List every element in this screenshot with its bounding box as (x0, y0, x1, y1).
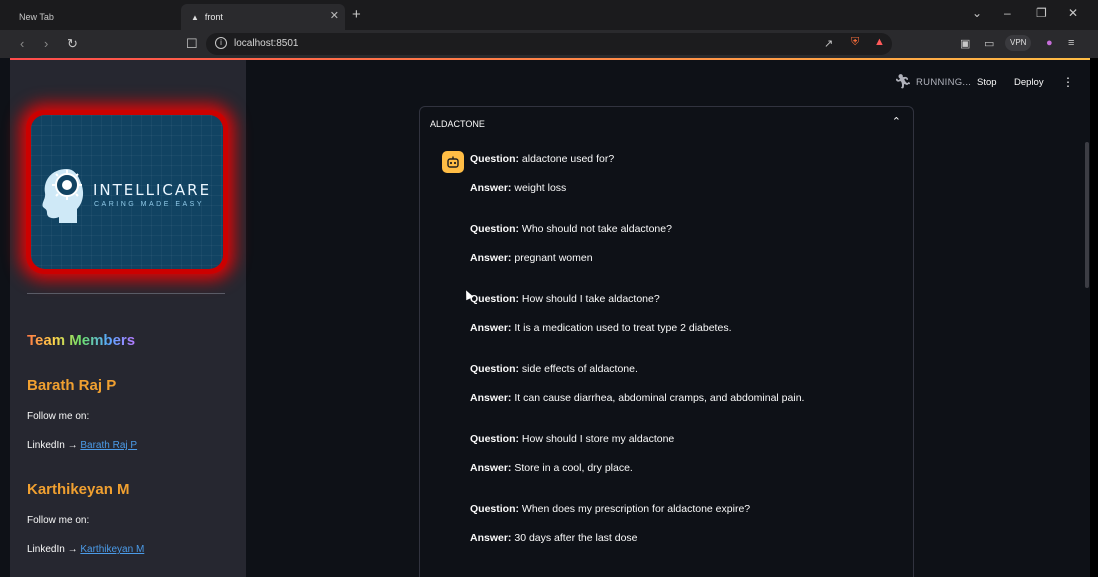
bookmark-icon[interactable]: ☐ (186, 36, 198, 52)
tab-front[interactable]: ▲ front ✕ (181, 4, 345, 30)
close-tab-icon[interactable]: ✕ (330, 9, 339, 22)
sidebar-toggle-icon[interactable]: ▣ (960, 37, 970, 50)
linkedin-line: LinkedIn → Barath Raj P (27, 440, 137, 451)
question-text: aldactone used for? (521, 153, 615, 165)
leo-ai-icon[interactable]: ● (1046, 37, 1053, 49)
question-text: How should I take aldactone? (521, 293, 660, 305)
answer-label: Answer: (470, 392, 512, 404)
question-label: Question: (470, 363, 519, 375)
answer-line: Answer: weight loss (470, 182, 566, 194)
question-label: Question: (470, 503, 519, 515)
answer-line: Answer: 30 days after the last dose (470, 532, 638, 544)
window-edge (1090, 58, 1098, 577)
member-name: Karthikeyan M (27, 481, 130, 498)
question-line: Question: How should I store my aldacton… (470, 433, 674, 445)
question-line: Question: aldactone used for? (470, 153, 614, 165)
browser-toolbar: ‹ › ↻ ☐ i localhost:8501 ↗ ⛨ ▲ ▣ ▭ VPN ●… (0, 30, 1098, 58)
address-bar[interactable]: i localhost:8501 ↗ ⛨ ▲ (206, 33, 892, 55)
browser-window: New Tab ▲ front ✕ + ⌄ – ❐ ✕ ‹ › ↻ ☐ i lo… (0, 0, 1098, 577)
team-members-heading: Team Members (27, 332, 136, 349)
member-name: Barath Raj P (27, 377, 117, 394)
new-tab-icon[interactable]: + (352, 6, 361, 23)
close-window-icon[interactable]: ✕ (1068, 6, 1078, 20)
bot-avatar-icon (442, 151, 464, 173)
tab-new-tab[interactable]: New Tab (9, 4, 179, 30)
answer-line: Answer: Store in a cool, dry place. (470, 462, 633, 474)
forward-icon[interactable]: › (44, 36, 48, 51)
follow-text: Follow me on: (27, 515, 90, 526)
answer-label: Answer: (470, 462, 512, 474)
stop-button[interactable]: Stop (977, 77, 997, 88)
answer-text: pregnant women (514, 252, 593, 264)
vpn-button[interactable]: VPN (1005, 35, 1032, 51)
tab-bar: New Tab ▲ front ✕ + ⌄ – ❐ ✕ (0, 0, 1098, 30)
question-label: Question: (470, 223, 519, 235)
sidebar-divider (27, 293, 225, 294)
tab-label: front (204, 12, 223, 22)
intellicare-logo: INTELLICARE CARING MADE EASY (26, 110, 228, 274)
browser-menu-icon[interactable]: ≡ (1068, 37, 1074, 49)
question-text: Who should not take aldactone? (521, 223, 672, 235)
linkedin-link-karthikeyan[interactable]: Karthikeyan M (80, 544, 144, 555)
answer-text: weight loss (514, 182, 567, 194)
restore-icon[interactable]: ❐ (1036, 6, 1047, 20)
linkedin-prefix: LinkedIn → (27, 544, 81, 555)
logo-background: INTELLICARE CARING MADE EASY (31, 115, 223, 269)
wallet-icon[interactable]: ▭ (984, 37, 994, 50)
answer-label: Answer: (470, 322, 512, 334)
scrollbar-thumb[interactable] (1085, 142, 1089, 288)
brave-shields-icon[interactable]: ⛨ (851, 36, 859, 49)
question-line: Question: When does my prescription for … (470, 503, 750, 515)
deploy-button[interactable]: Deploy (1014, 77, 1044, 88)
linkedin-line: LinkedIn → Karthikeyan M (27, 544, 144, 555)
robot-icon (447, 156, 459, 168)
question-text: How should I store my aldactone (521, 433, 675, 445)
streamlit-favicon-icon: ▲ (191, 12, 199, 22)
question-text: side effects of aldactone. (521, 363, 638, 375)
chevron-up-icon[interactable]: ⌃ (892, 115, 901, 128)
reload-icon[interactable]: ↻ (67, 36, 78, 52)
follow-text: Follow me on: (27, 411, 90, 422)
minimize-icon[interactable]: – (1004, 6, 1011, 20)
question-line: Question: How should I take aldactone? (470, 293, 660, 305)
site-info-icon[interactable]: i (215, 37, 227, 49)
share-icon[interactable]: ↗ (824, 37, 833, 50)
answer-text: Store in a cool, dry place. (514, 462, 633, 474)
tab-search-chevron-icon[interactable]: ⌄ (972, 6, 982, 20)
answer-text: 30 days after the last dose (514, 532, 638, 544)
url-text: localhost:8501 (234, 38, 299, 49)
back-icon[interactable]: ‹ (20, 36, 24, 51)
answer-line: Answer: It can cause diarrhea, abdominal… (470, 392, 804, 404)
answer-label: Answer: (470, 182, 512, 194)
logo-title: INTELLICARE (93, 181, 212, 199)
running-man-icon: 🏃︎ (894, 73, 912, 89)
question-label: Question: (470, 293, 519, 305)
answer-label: Answer: (470, 252, 512, 264)
logo-subtitle: CARING MADE EASY (94, 201, 205, 208)
answer-label: Answer: (470, 532, 512, 544)
question-text: When does my prescription for aldactone … (521, 503, 751, 515)
expander-title[interactable]: ALDACTONE (430, 119, 485, 129)
question-line: Question: Who should not take aldactone? (470, 223, 672, 235)
linkedin-prefix: LinkedIn → (27, 440, 81, 451)
brave-rewards-icon[interactable]: ▲ (874, 36, 885, 48)
question-label: Question: (470, 433, 519, 445)
main-menu-icon[interactable]: ⋮ (1062, 75, 1074, 89)
question-line: Question: side effects of aldactone. (470, 363, 638, 375)
vpn-label: VPN (1010, 38, 1027, 47)
answer-line: Answer: pregnant women (470, 252, 593, 264)
sidebar: INTELLICARE CARING MADE EASY Team Member… (10, 60, 246, 577)
running-status: RUNNING... (916, 77, 972, 88)
linkedin-link-barath[interactable]: Barath Raj P (80, 440, 137, 451)
answer-text: It can cause diarrhea, abdominal cramps,… (514, 392, 805, 404)
tab-label: New Tab (19, 12, 54, 22)
question-label: Question: (470, 153, 519, 165)
aldactone-expander: ALDACTONE ⌃ Question: aldactone used for… (419, 106, 914, 577)
brain-head-icon (42, 169, 84, 223)
answer-line: Answer: It is a medication used to treat… (470, 322, 732, 334)
answer-text: It is a medication used to treat type 2 … (514, 322, 732, 334)
